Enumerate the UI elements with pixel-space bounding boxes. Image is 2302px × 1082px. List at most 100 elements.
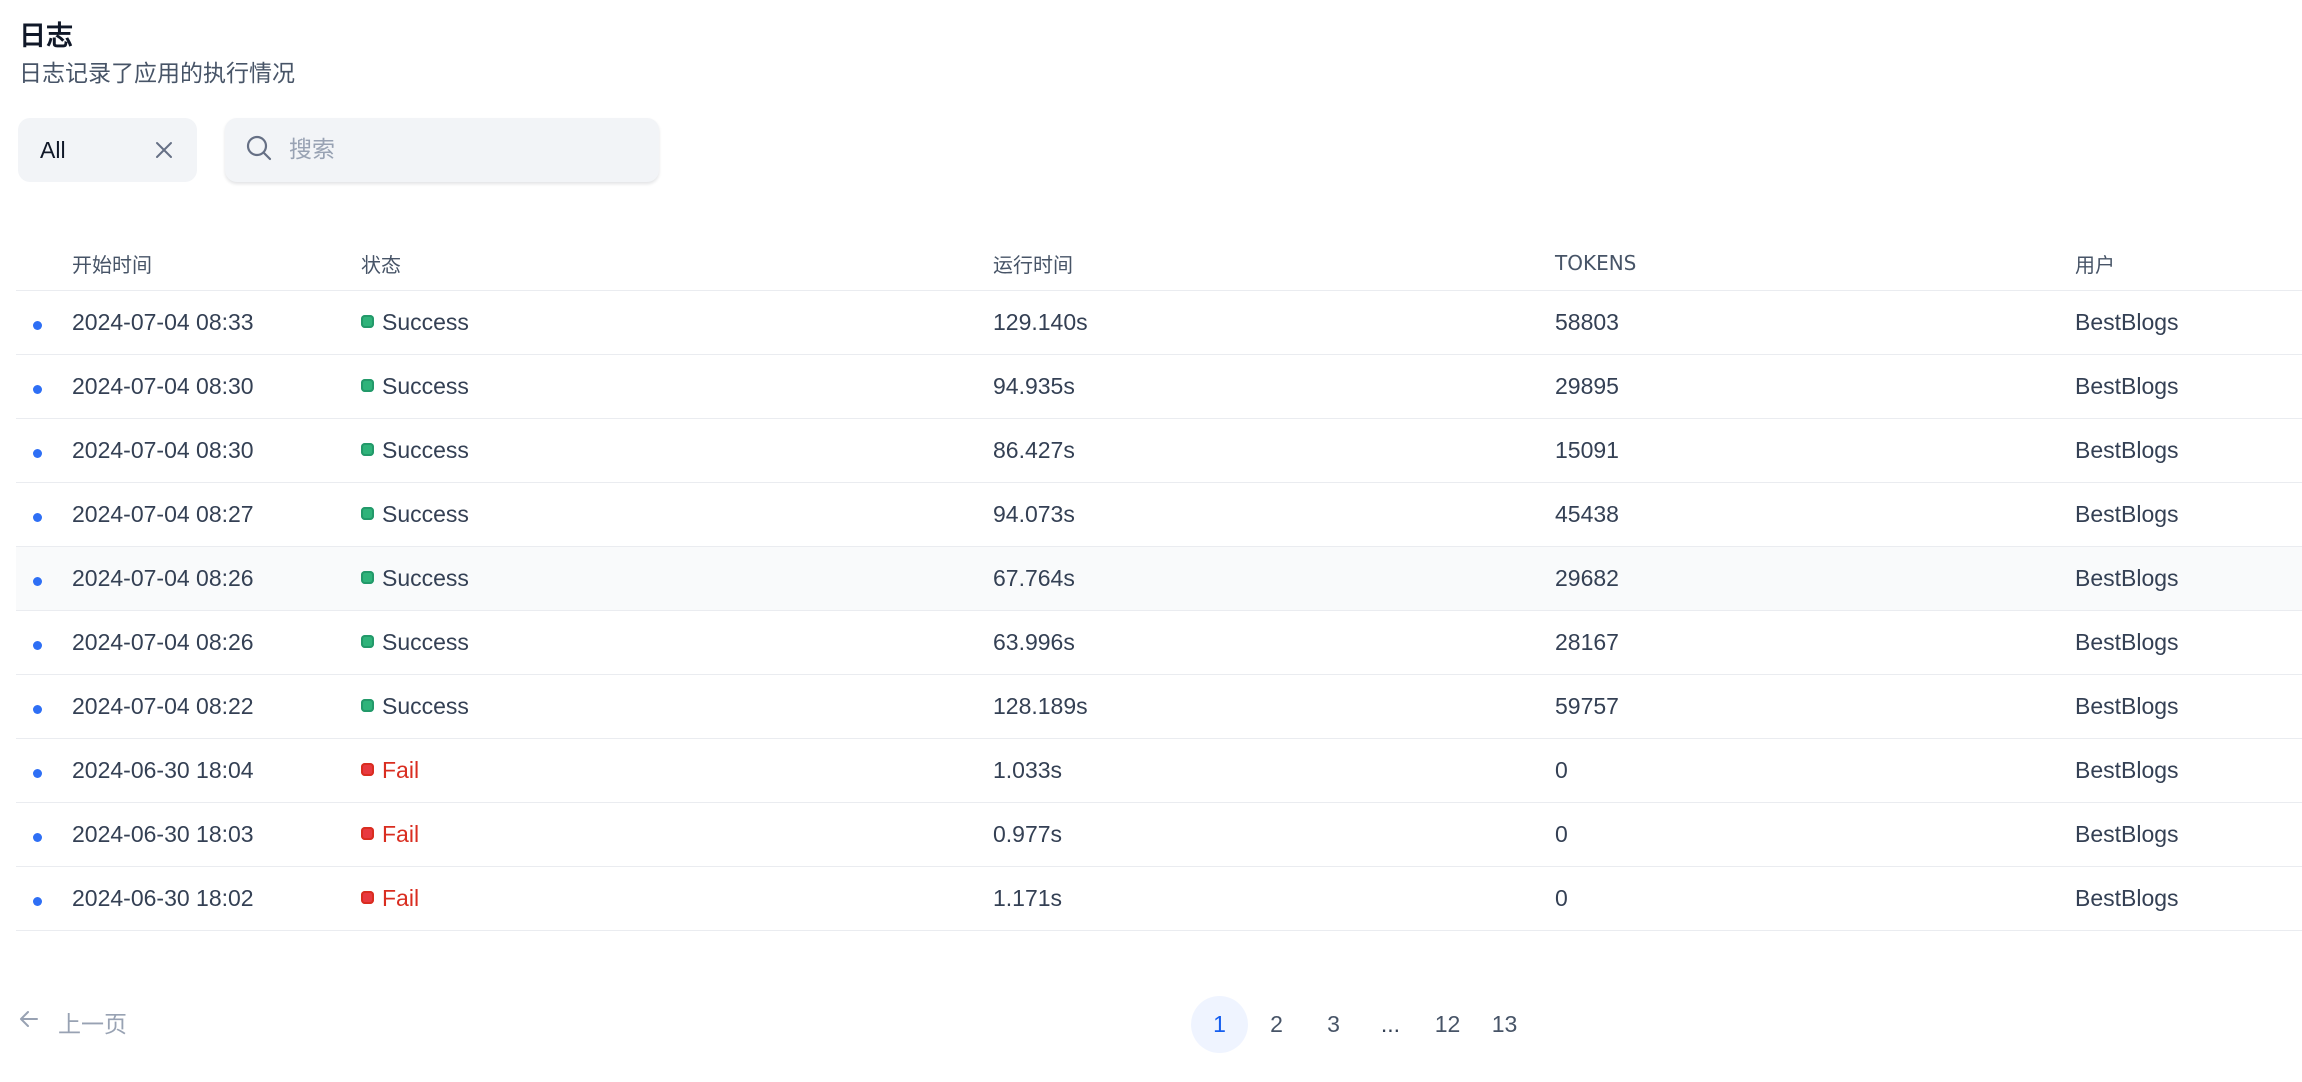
column-header-tokens[interactable]: TOKENS xyxy=(1555,236,2075,291)
unread-cell xyxy=(16,482,72,547)
status-dot-icon xyxy=(361,891,374,905)
user-cell: BestBlogs xyxy=(2075,866,2302,931)
user-cell: BestBlogs xyxy=(2075,354,2302,419)
table-row[interactable]: 2024-06-30 18:03 Fail 0.977s 0 BestBlogs xyxy=(16,802,2302,867)
table-row[interactable]: 2024-07-04 08:26 Success 67.764s 29682 BestB… xyxy=(16,546,2302,611)
status-cell: Success xyxy=(361,546,993,611)
table-row[interactable]: 2024-07-04 08:33 Success 129.140s 58803 Best… xyxy=(16,290,2302,355)
column-header-run-time[interactable]: 运行时间 xyxy=(993,236,1555,291)
column-header-status[interactable]: 状态 xyxy=(361,236,993,291)
status-dot-icon xyxy=(361,635,374,649)
column-header-start-time[interactable]: 开始时间 xyxy=(72,236,361,291)
run-time-cell: 86.427s xyxy=(993,418,1555,483)
close-icon[interactable] xyxy=(153,139,175,161)
status-dot-icon xyxy=(361,507,374,521)
table-row[interactable]: 2024-07-04 08:30 Success 94.935s 29895 BestB… xyxy=(16,354,2302,419)
status-dot-icon xyxy=(361,699,374,713)
status-cell: Success xyxy=(361,354,993,419)
search-icon xyxy=(245,134,273,167)
status-dot-icon xyxy=(361,443,374,457)
status-filter-select[interactable]: All xyxy=(18,118,197,182)
user-cell: BestBlogs xyxy=(2075,482,2302,547)
start-time-cell: 2024-06-30 18:04 xyxy=(72,738,361,803)
status-cell: Fail xyxy=(361,866,993,931)
status-cell: Success xyxy=(361,610,993,675)
table-row[interactable]: 2024-07-04 08:27 Success 94.073s 45438 BestB… xyxy=(16,482,2302,547)
table-row[interactable]: 2024-06-30 18:02 Fail 1.171s 0 BestBlogs xyxy=(16,866,2302,931)
logs-table: 开始时间 状态 运行时间 TOKENS 用户 2024-07-04 08:33 S… xyxy=(16,236,2302,931)
logs-page: 日志 日志记录了应用的执行情况 All 搜索 开始时间 状态 运行时间 TOKE… xyxy=(0,0,2302,1082)
column-header-dot xyxy=(16,236,72,291)
tokens-cell: 0 xyxy=(1555,738,2075,803)
table-row[interactable]: 2024-07-04 08:30 Success 86.427s 15091 BestB… xyxy=(16,418,2302,483)
page-title: 日志 xyxy=(19,21,73,52)
user-cell: BestBlogs xyxy=(2075,802,2302,867)
pagination: 1 2 3... 12 13 xyxy=(1191,996,1533,1053)
run-time-cell: 94.935s xyxy=(993,354,1555,419)
unread-dot-icon xyxy=(33,321,42,330)
unread-cell xyxy=(16,738,72,803)
user-cell: BestBlogs xyxy=(2075,610,2302,675)
tokens-cell: 29682 xyxy=(1555,546,2075,611)
user-cell: BestBlogs xyxy=(2075,418,2302,483)
run-time-cell: 0.977s xyxy=(993,802,1555,867)
unread-dot-icon xyxy=(33,577,42,586)
status-cell: Success xyxy=(361,290,993,355)
prev-page-button[interactable]: 上一页 xyxy=(18,1005,127,1039)
run-time-cell: 1.033s xyxy=(993,738,1555,803)
page-button-1[interactable]: 1 xyxy=(1191,996,1248,1053)
unread-cell xyxy=(16,802,72,867)
run-time-cell: 67.764s xyxy=(993,546,1555,611)
user-cell: BestBlogs xyxy=(2075,546,2302,611)
tokens-cell: 29895 xyxy=(1555,354,2075,419)
unread-dot-icon xyxy=(33,449,42,458)
column-header-user[interactable]: 用户 xyxy=(2075,236,2302,291)
run-time-cell: 129.140s xyxy=(993,290,1555,355)
status-label: Success xyxy=(382,373,469,399)
unread-cell xyxy=(16,674,72,739)
status-label: Fail xyxy=(382,757,420,783)
arrow-left-icon xyxy=(18,1008,40,1036)
page-button-3[interactable]: 3 xyxy=(1305,996,1362,1053)
run-time-cell: 63.996s xyxy=(993,610,1555,675)
page-button-12[interactable]: 12 xyxy=(1419,996,1476,1053)
unread-dot-icon xyxy=(33,769,42,778)
unread-cell xyxy=(16,418,72,483)
table-row[interactable]: 2024-06-30 18:04 Fail 1.033s 0 BestBlogs xyxy=(16,738,2302,803)
status-label: Success xyxy=(382,565,469,591)
tokens-cell: 15091 xyxy=(1555,418,2075,483)
status-label: Fail xyxy=(382,821,420,847)
tokens-cell: 59757 xyxy=(1555,674,2075,739)
status-cell: Fail xyxy=(361,738,993,803)
status-label: Success xyxy=(382,309,469,335)
filter-bar: All xyxy=(18,118,659,182)
start-time-cell: 2024-07-04 08:26 xyxy=(72,610,361,675)
unread-cell xyxy=(16,610,72,675)
unread-dot-icon xyxy=(33,833,42,842)
search-input[interactable] xyxy=(287,136,631,164)
table-row[interactable]: 2024-07-04 08:22 Success 128.189s 59757 Best… xyxy=(16,674,2302,739)
start-time-cell: 2024-07-04 08:26 xyxy=(72,546,361,611)
page-button-2[interactable]: 2 xyxy=(1248,996,1305,1053)
status-filter-value: All xyxy=(40,136,66,163)
unread-cell xyxy=(16,290,72,355)
unread-dot-icon xyxy=(33,705,42,714)
start-time-cell: 2024-07-04 08:27 xyxy=(72,482,361,547)
run-time-cell: 1.171s xyxy=(993,866,1555,931)
run-time-cell: 128.189s xyxy=(993,674,1555,739)
page-button-13[interactable]: 13 xyxy=(1476,996,1533,1053)
status-label: Fail xyxy=(382,885,420,911)
tokens-cell: 45438 xyxy=(1555,482,2075,547)
tokens-cell: 28167 xyxy=(1555,610,2075,675)
table-row[interactable]: 2024-07-04 08:26 Success 63.996s 28167 BestB… xyxy=(16,610,2302,675)
status-dot-icon xyxy=(361,315,374,329)
page-subtitle: 日志记录了应用的执行情况 xyxy=(19,61,295,87)
run-time-cell: 94.073s xyxy=(993,482,1555,547)
tokens-cell: 0 xyxy=(1555,802,2075,867)
page-ellipsis: ... xyxy=(1380,1011,1401,1037)
status-label: Success xyxy=(382,501,469,527)
status-label: Success xyxy=(382,629,469,655)
status-dot-icon xyxy=(361,763,374,777)
status-cell: Fail xyxy=(361,802,993,867)
unread-dot-icon xyxy=(33,641,42,650)
